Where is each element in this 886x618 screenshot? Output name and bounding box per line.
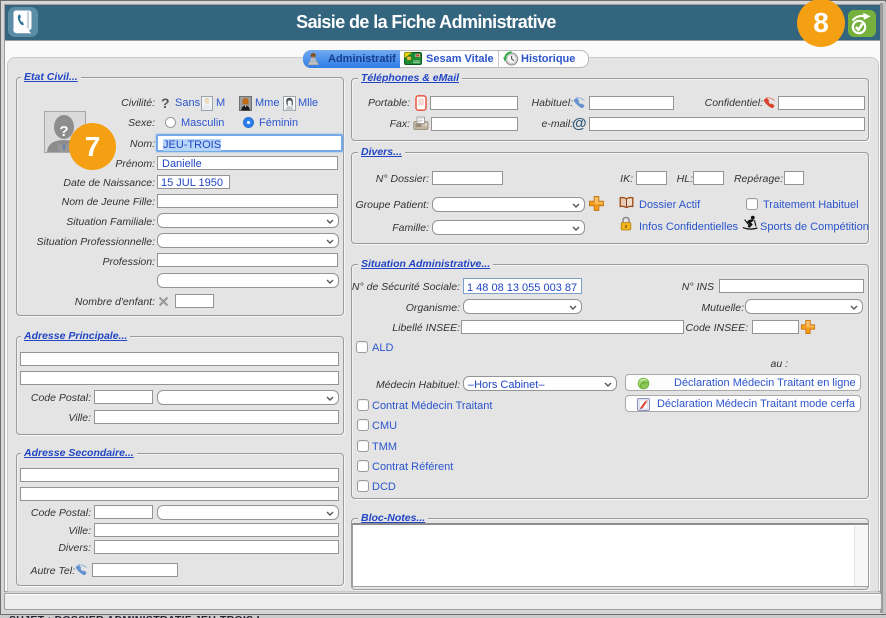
svg-text:?: ? [59, 123, 68, 140]
